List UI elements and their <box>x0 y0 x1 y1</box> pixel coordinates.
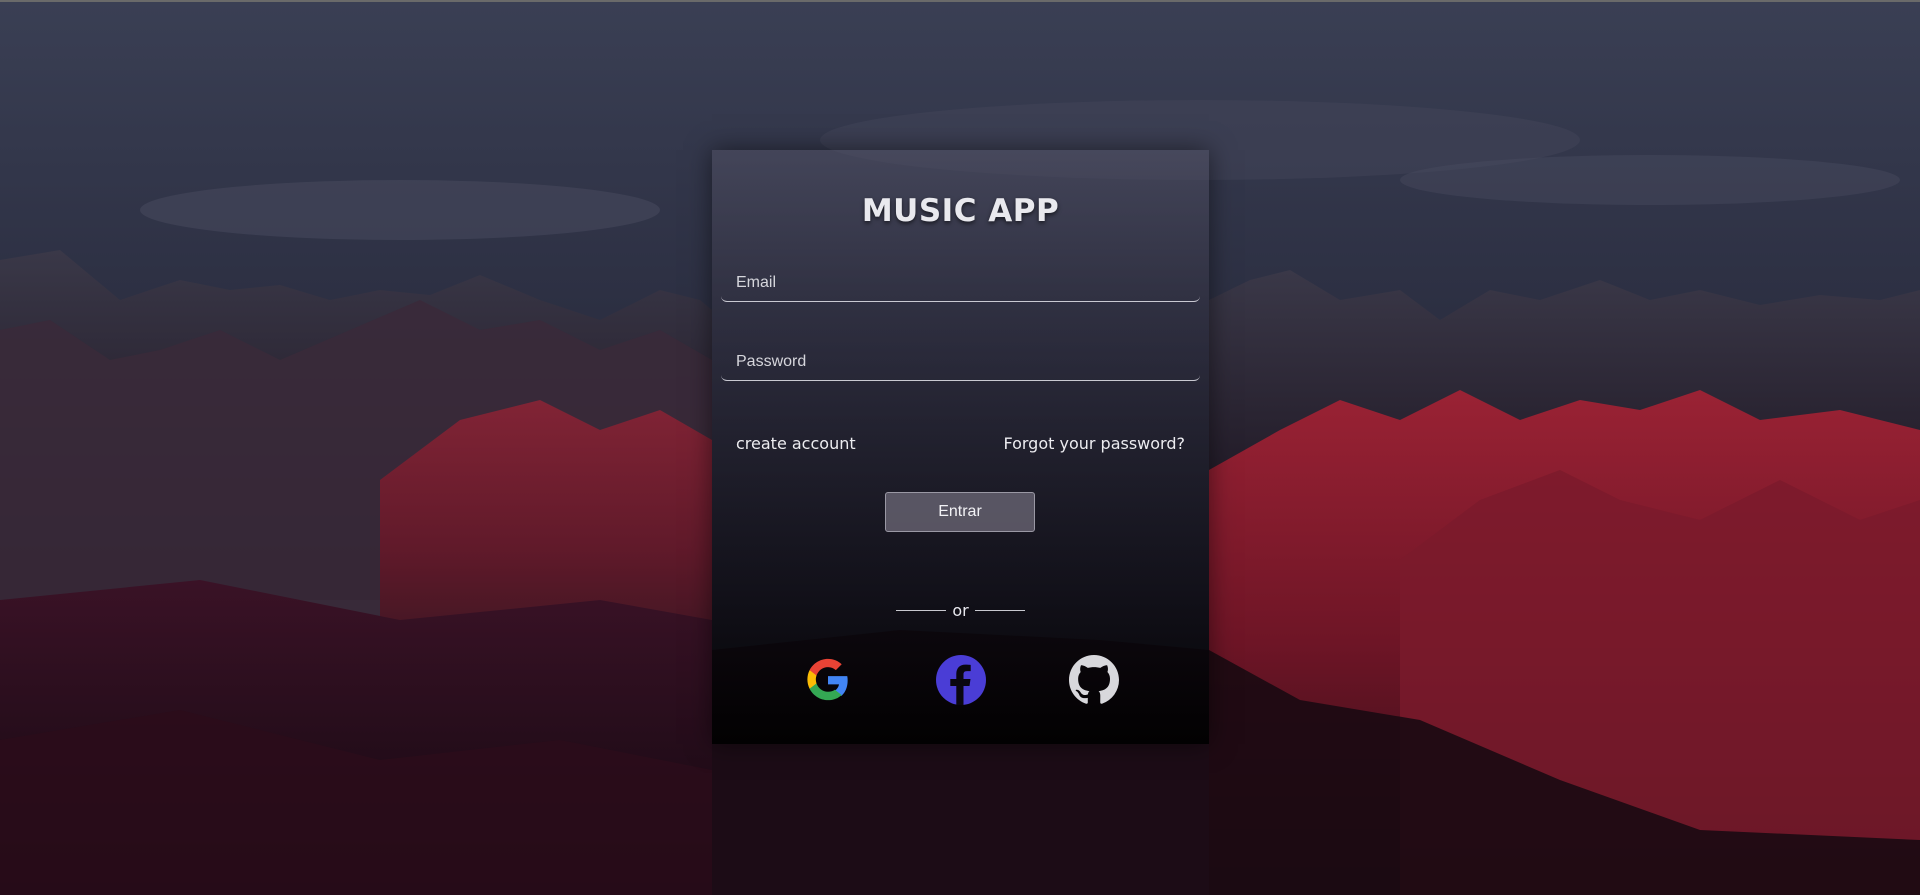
password-field-wrapper <box>721 344 1200 381</box>
login-button[interactable]: Entrar <box>885 492 1035 532</box>
top-border-line <box>0 0 1920 2</box>
password-input[interactable] <box>721 344 1200 380</box>
create-account-link[interactable]: create account <box>736 434 856 453</box>
or-divider: or <box>712 601 1209 620</box>
email-input[interactable] <box>721 265 1200 301</box>
login-card: MUSIC APP create account Forgot your pas… <box>712 150 1209 744</box>
forgot-password-link[interactable]: Forgot your password? <box>1003 434 1185 453</box>
account-links: create account Forgot your password? <box>736 434 1185 453</box>
divider-line-left <box>896 610 947 611</box>
facebook-icon <box>936 655 986 705</box>
facebook-login-button[interactable] <box>936 655 986 705</box>
app-title: MUSIC APP <box>861 193 1060 229</box>
divider-line-right <box>974 610 1025 611</box>
google-icon <box>807 658 848 701</box>
google-login-button[interactable] <box>803 655 853 705</box>
github-login-button[interactable] <box>1069 655 1119 705</box>
github-icon <box>1069 655 1119 704</box>
divider-label: or <box>952 601 969 620</box>
email-field-wrapper <box>721 265 1200 302</box>
